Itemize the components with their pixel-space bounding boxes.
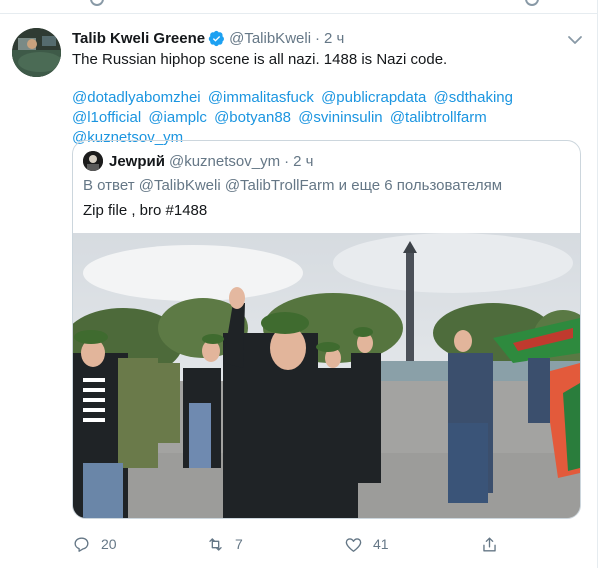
retweet-button[interactable]: 7 [206,532,243,556]
reply-button[interactable]: 20 [72,532,117,556]
mention-link[interactable]: @l1official [72,109,141,126]
reply-icon [74,536,89,552]
quoted-tweet[interactable]: Jеwрий @kuznetsov_ym · 2 ч В ответ @Tali… [72,140,581,519]
mention-link[interactable]: @immalitasfuck [208,89,314,106]
separator-dot: · [315,29,321,47]
mention-link[interactable]: @iamplc [148,109,207,126]
quoted-text: Zip file , bro #1488 [83,202,208,219]
mention-link[interactable]: @botyan88 [214,109,291,126]
verified-badge-icon [208,30,225,46]
share-icon [483,536,496,552]
mention-link[interactable]: @sdthaking [434,89,513,106]
like-icon [345,537,362,552]
quoted-author-handle: @kuznetsov_ym [168,152,281,170]
chevron-down-icon[interactable] [567,32,583,48]
mention-link[interactable]: @dotadlyabomzhei [72,89,201,106]
quoted-author-name: Jеwрий [109,152,165,170]
author-name[interactable]: Talib Kweli Greene [72,30,205,47]
quoted-timestamp: 2 ч [293,152,314,170]
reply-context: В ответ @TalibKweli @TalibTrollFarm и ещ… [83,177,503,194]
tweet-actions: 20 7 41 [72,532,512,556]
author-handle[interactable]: @TalibKweli [229,30,311,47]
quoted-author-avatar [83,151,103,171]
timestamp[interactable]: 2 ч [324,30,344,47]
author-avatar[interactable] [12,28,61,77]
like-button[interactable]: 41 [344,532,389,556]
quoted-photo[interactable] [73,233,580,518]
previous-tweet-actions [0,0,598,14]
retweet-count: 7 [235,536,243,552]
retweet-icon [209,537,222,551]
mention-link[interactable]: @svininsulin [298,109,382,126]
tweet-header: Talib Kweli Greene @TalibKweli · 2 ч [72,28,344,48]
reply-icon[interactable] [90,0,104,6]
quoted-header: Jеwрий @kuznetsov_ym · 2 ч [83,151,313,171]
separator-dot: · [284,152,290,170]
tweet-card[interactable]: Talib Kweli Greene @TalibKweli · 2 ч The… [0,0,598,568]
share-button[interactable] [480,532,509,556]
like-count: 41 [373,536,389,552]
mention-link[interactable]: @talibtrollfarm [390,109,487,126]
mention-link[interactable]: @publicrapdata [321,89,426,106]
reply-count: 20 [101,536,117,552]
mentions-list: @dotadlyabomzhei @immalitasfuck @publicr… [72,88,582,148]
share-icon[interactable] [525,0,539,6]
tweet-text: The Russian hiphop scene is all nazi. 14… [72,51,448,68]
